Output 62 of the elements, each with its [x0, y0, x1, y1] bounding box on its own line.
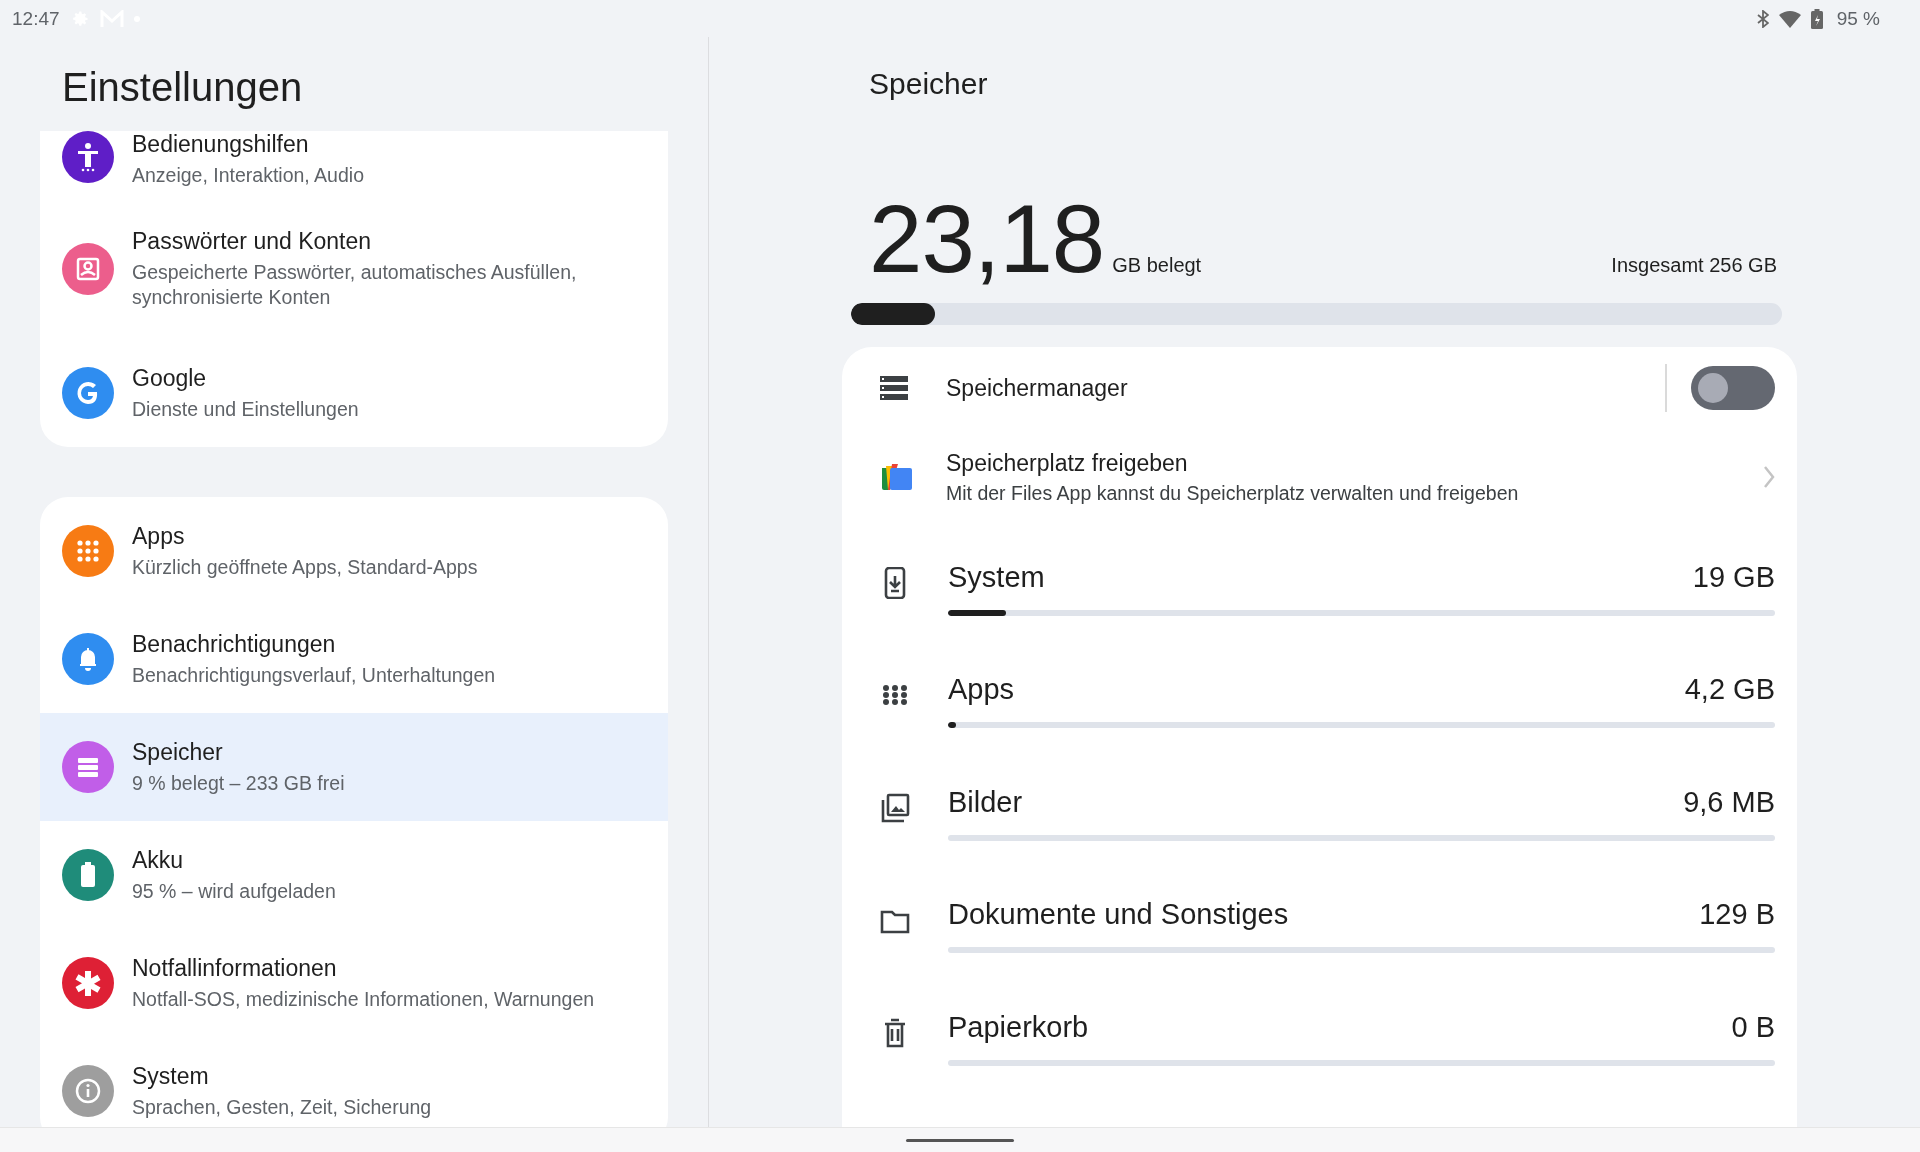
free-up-item[interactable]: Speicherplatz freigeben Mit der Files App kannst du Speicherplatz verwalten und freigeben	[880, 427, 1775, 527]
storage-category[interactable]: System 19 GB	[880, 527, 1775, 640]
clock: 12:47	[12, 7, 60, 30]
bluetooth-icon	[1756, 9, 1769, 28]
free-up-title: Speicherplatz freigeben	[946, 449, 1189, 477]
used-unit: GB belegt	[1112, 254, 1202, 277]
storage-category[interactable]: Dokumente und Sonstiges 129 B	[880, 864, 1775, 977]
settings-item[interactable]: Akku 95 % – wird aufgeladen	[40, 821, 668, 929]
category-name: Papierkorb	[948, 1010, 1089, 1044]
used-amount: 23,18	[869, 189, 1105, 289]
storage-category[interactable]: Papierkorb 0 B	[880, 977, 1775, 1090]
item-subtitle: 95 % – wird aufgeladen	[132, 878, 336, 904]
storage-icon	[880, 376, 908, 400]
battery-icon	[1810, 8, 1823, 29]
files-app-icon	[880, 464, 912, 490]
settings-item[interactable]: Notfallinformationen Notfall-SOS, medizinische Informationen, Warnungen	[40, 929, 668, 1037]
item-title: Bedienungshilfen	[132, 131, 310, 158]
settings-item[interactable]: Google Dienste und Einstellungen	[40, 339, 668, 447]
navigation-handle[interactable]	[906, 1138, 1014, 1142]
item-title: Speicher	[132, 738, 224, 766]
images-icon	[880, 792, 910, 825]
settings-item[interactable]: Benachrichtigungen Benachrichtigungsverlauf, Unterhaltungen	[40, 605, 668, 713]
category-name: Dokumente und Sonstiges	[948, 898, 1289, 932]
category-name: System	[948, 560, 1045, 594]
item-title: System	[132, 1062, 210, 1090]
page-title: Speicher	[869, 67, 989, 102]
settings-title: Einstellungen	[62, 64, 304, 111]
item-subtitle: Benachrichtigungsverlauf, Unterhaltungen	[132, 662, 496, 688]
item-subtitle: Kürzlich geöffnete Apps, Standard-Apps	[132, 554, 478, 580]
category-size: 0 B	[1731, 1010, 1775, 1044]
wifi-icon	[1778, 9, 1801, 28]
category-size: 19 GB	[1692, 560, 1775, 594]
category-name: Apps	[948, 673, 1015, 707]
item-title: Akku	[132, 846, 185, 874]
chevron-right-icon	[1763, 465, 1775, 489]
item-title: Apps	[132, 522, 186, 550]
storage-manager-toggle[interactable]	[1691, 366, 1775, 410]
category-name: Bilder	[948, 785, 1023, 819]
category-size: 9,6 MB	[1683, 785, 1775, 819]
settings-item[interactable]: Bedienungshilfen Anzeige, Interaktion, Audio	[40, 131, 668, 199]
total-capacity: Insgesamt 256 GB	[1611, 254, 1777, 277]
free-up-subtitle: Mit der Files App kannst du Speicherplatz verwalten und freigeben	[946, 481, 1520, 505]
category-size: 129 B	[1699, 898, 1775, 932]
item-subtitle: 9 % belegt – 233 GB frei	[132, 770, 345, 796]
item-title: Notfallinformationen	[132, 954, 338, 982]
settings-item[interactable]: Speicher 9 % belegt – 233 GB frei	[40, 713, 668, 821]
item-subtitle: Dienste und Einstellungen	[132, 396, 359, 422]
item-title: Google	[132, 364, 208, 392]
item-title: Benachrichtigungen	[132, 630, 337, 658]
settings-item[interactable]: System Sprachen, Gesten, Zeit, Sicherung	[40, 1037, 668, 1127]
item-subtitle: Gespeicherte Passwörter, automatisches Ausfüllen, synchronisierte Konten	[132, 260, 578, 310]
battery-level: 95 %	[1836, 7, 1880, 30]
item-subtitle: Notfall-SOS, medizinische Informationen, Warnungen	[132, 986, 595, 1012]
storage-category[interactable]: Apps 4,2 GB	[880, 639, 1775, 752]
item-subtitle: Anzeige, Interaktion, Audio	[132, 163, 364, 188]
category-size: 4,2 GB	[1684, 673, 1775, 707]
item-title: Passwörter und Konten	[132, 228, 373, 255]
item-subtitle: Sprachen, Gesten, Zeit, Sicherung	[132, 1094, 432, 1120]
storage-manager-label: Speichermanager	[946, 374, 1129, 402]
settings-item[interactable]: Apps Kürzlich geöffnete Apps, Standard-Apps	[40, 497, 668, 605]
storage-category[interactable]: Bilder 9,6 MB	[880, 752, 1775, 865]
settings-item[interactable]: Passwörter und Konten Gespeicherte Passwörter, automatisches Ausfüllen, synchronisierte Konten	[40, 199, 668, 339]
